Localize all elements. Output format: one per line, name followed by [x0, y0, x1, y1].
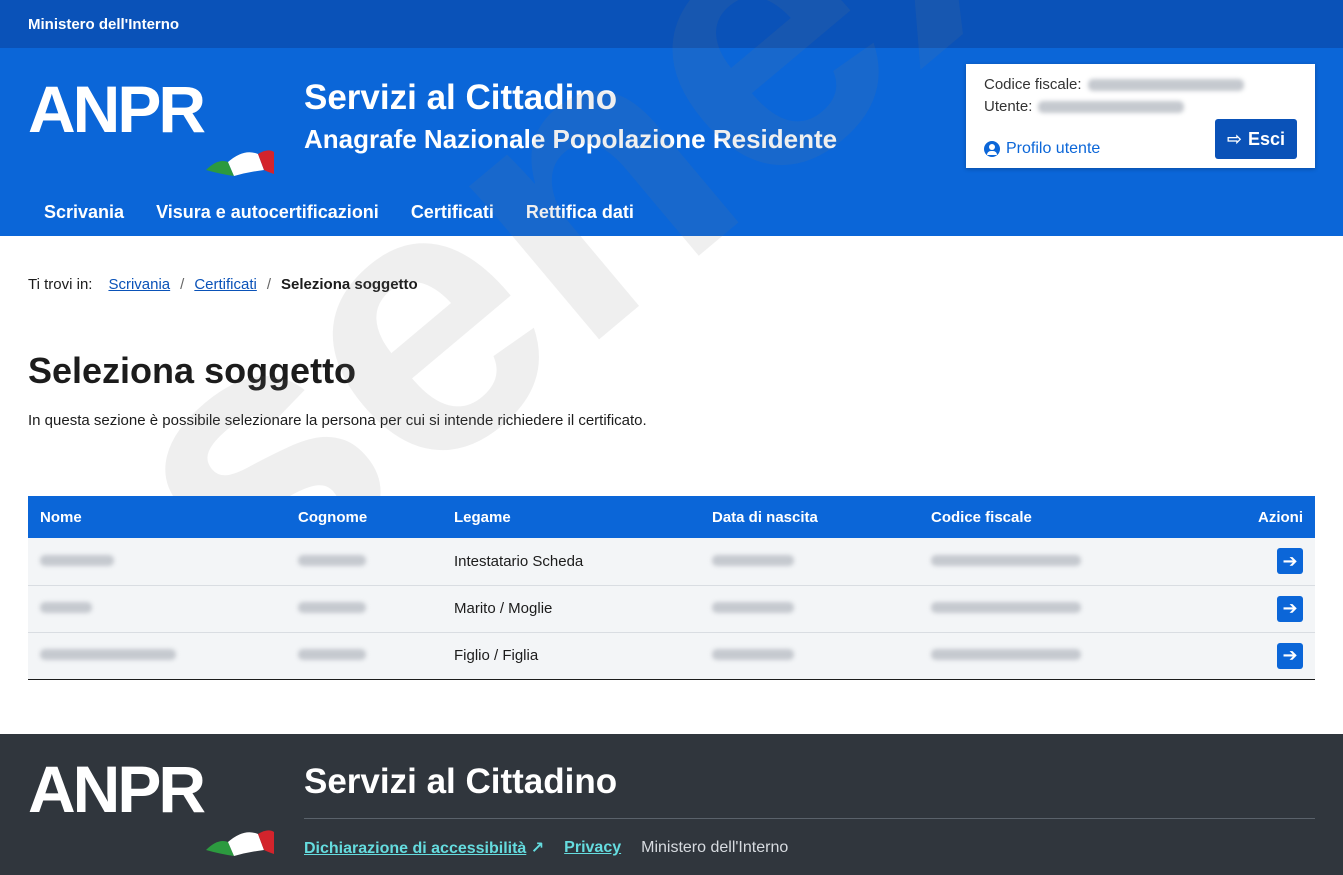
- fiscal-code-value-redacted: [1087, 78, 1244, 91]
- select-subject-arrow-icon[interactable]: ➔: [1277, 548, 1303, 575]
- accessibility-link[interactable]: Dichiarazione di accessibilità ↗: [304, 838, 544, 858]
- redacted-value: [712, 554, 794, 566]
- select-subject-arrow-icon[interactable]: ➔: [1277, 642, 1303, 669]
- site-footer: ANPR Servizi al Cittadino Dichiarazione …: [0, 734, 1343, 875]
- breadcrumb-separator: /: [266, 276, 272, 293]
- breadcrumb-link-certificati[interactable]: Certificati: [194, 276, 257, 293]
- cell-cognome: [286, 585, 442, 633]
- logo-text: ANPR: [28, 72, 206, 146]
- accessibility-link-label: Dichiarazione di accessibilità: [304, 840, 527, 857]
- user-circle-icon: [984, 141, 1000, 157]
- col-header-nome: Nome: [28, 496, 286, 538]
- sign-out-icon: ⇨: [1226, 128, 1243, 149]
- redacted-value: [40, 554, 114, 566]
- cell-azioni: ➔: [1199, 585, 1315, 633]
- cell-codice-fiscale: [919, 538, 1199, 586]
- col-header-data-nascita: Data di nascita: [700, 496, 919, 538]
- italian-flag-icon: [206, 150, 274, 176]
- breadcrumb-current: Seleziona soggetto: [281, 276, 418, 293]
- col-header-codice-fiscale: Codice fiscale: [919, 496, 1199, 538]
- breadcrumb-link-scrivania[interactable]: Scrivania: [108, 276, 170, 293]
- anpr-logo[interactable]: ANPR: [28, 76, 278, 204]
- site-header: ANPR Servizi al Cittadino Anagrafe Nazio…: [0, 48, 1343, 188]
- redacted-value: [298, 602, 366, 613]
- cell-nome: [28, 632, 286, 680]
- col-header-cognome: Cognome: [286, 496, 442, 538]
- footer-title: Servizi al Cittadino: [304, 762, 618, 801]
- select-subject-arrow-icon[interactable]: ➔: [1277, 595, 1303, 622]
- external-link-icon: ↗: [530, 840, 545, 857]
- cell-nome: [28, 585, 286, 633]
- breadcrumb: Ti trovi in: Scrivania / Certificati / S…: [28, 276, 418, 293]
- logout-label: Esci: [1248, 128, 1286, 149]
- cell-nome: [28, 538, 286, 586]
- table-row: Figlio / Figlia ➔: [28, 632, 1315, 680]
- profile-link-label: Profilo utente: [1006, 140, 1101, 157]
- user-label: Utente:: [984, 98, 1033, 115]
- privacy-link[interactable]: Privacy: [564, 839, 621, 857]
- redacted-value: [712, 649, 794, 660]
- col-header-azioni: Azioni: [1199, 496, 1315, 538]
- footer-divider: [304, 818, 1315, 819]
- cell-azioni: ➔: [1199, 538, 1315, 586]
- table-row: Intestatario Scheda ➔: [28, 538, 1315, 586]
- redacted-value: [298, 554, 366, 566]
- fiscal-code-line: Codice fiscale:: [984, 76, 1297, 93]
- cell-data-nascita: [700, 585, 919, 633]
- cell-data-nascita: [700, 538, 919, 586]
- italian-flag-icon: [206, 830, 274, 856]
- fiscal-code-label: Codice fiscale:: [984, 76, 1082, 93]
- cell-codice-fiscale: [919, 585, 1199, 633]
- site-title: Servizi al Cittadino: [304, 78, 618, 117]
- cell-legame: Figlio / Figlia: [442, 632, 700, 680]
- breadcrumb-separator: /: [180, 276, 185, 293]
- user-box: Codice fiscale: Utente: Profilo utente ⇨…: [966, 64, 1315, 168]
- breadcrumb-prefix: Ti trovi in:: [28, 276, 93, 293]
- redacted-value: [298, 649, 366, 660]
- table-row: Marito / Moglie ➔: [28, 585, 1315, 633]
- subjects-table: Nome Cognome Legame Data di nascita Codi…: [28, 496, 1315, 680]
- user-value-redacted: [1038, 100, 1185, 113]
- nav-item-rettifica[interactable]: Rettifica dati: [526, 188, 634, 223]
- site-subtitle: Anagrafe Nazionale Popolazione Residente: [304, 124, 838, 154]
- table-header-row: Nome Cognome Legame Data di nascita Codi…: [28, 496, 1315, 538]
- footer-ministry-text: Ministero dell'Interno: [641, 839, 789, 856]
- cell-cognome: [286, 538, 442, 586]
- logout-button[interactable]: ⇨ Esci: [1215, 119, 1297, 159]
- col-header-legame: Legame: [442, 496, 700, 538]
- cell-codice-fiscale: [919, 632, 1199, 680]
- page-title: Seleziona soggetto: [28, 350, 357, 391]
- ministry-label: Ministero dell'Interno: [28, 15, 180, 33]
- page-description: In questa sezione è possibile selezionar…: [28, 412, 647, 429]
- profile-link[interactable]: Profilo utente: [984, 140, 1100, 158]
- footer-anpr-logo[interactable]: ANPR: [28, 756, 278, 866]
- redacted-value: [40, 602, 92, 613]
- nav-item-certificati[interactable]: Certificati: [411, 188, 494, 223]
- redacted-value: [931, 602, 1081, 613]
- redacted-value: [712, 602, 794, 613]
- cell-azioni: ➔: [1199, 632, 1315, 680]
- cell-data-nascita: [700, 632, 919, 680]
- cell-legame: Marito / Moglie: [442, 585, 700, 633]
- footer-logo-text: ANPR: [28, 752, 206, 826]
- redacted-value: [931, 554, 1081, 566]
- ministry-strip: Ministero dell'Interno: [0, 0, 1343, 48]
- cell-cognome: [286, 632, 442, 680]
- redacted-value: [931, 649, 1081, 660]
- redacted-value: [40, 649, 176, 660]
- footer-links: Dichiarazione di accessibilità ↗ Privacy…: [304, 838, 788, 858]
- cell-legame: Intestatario Scheda: [442, 538, 700, 586]
- user-line: Utente:: [984, 98, 1297, 115]
